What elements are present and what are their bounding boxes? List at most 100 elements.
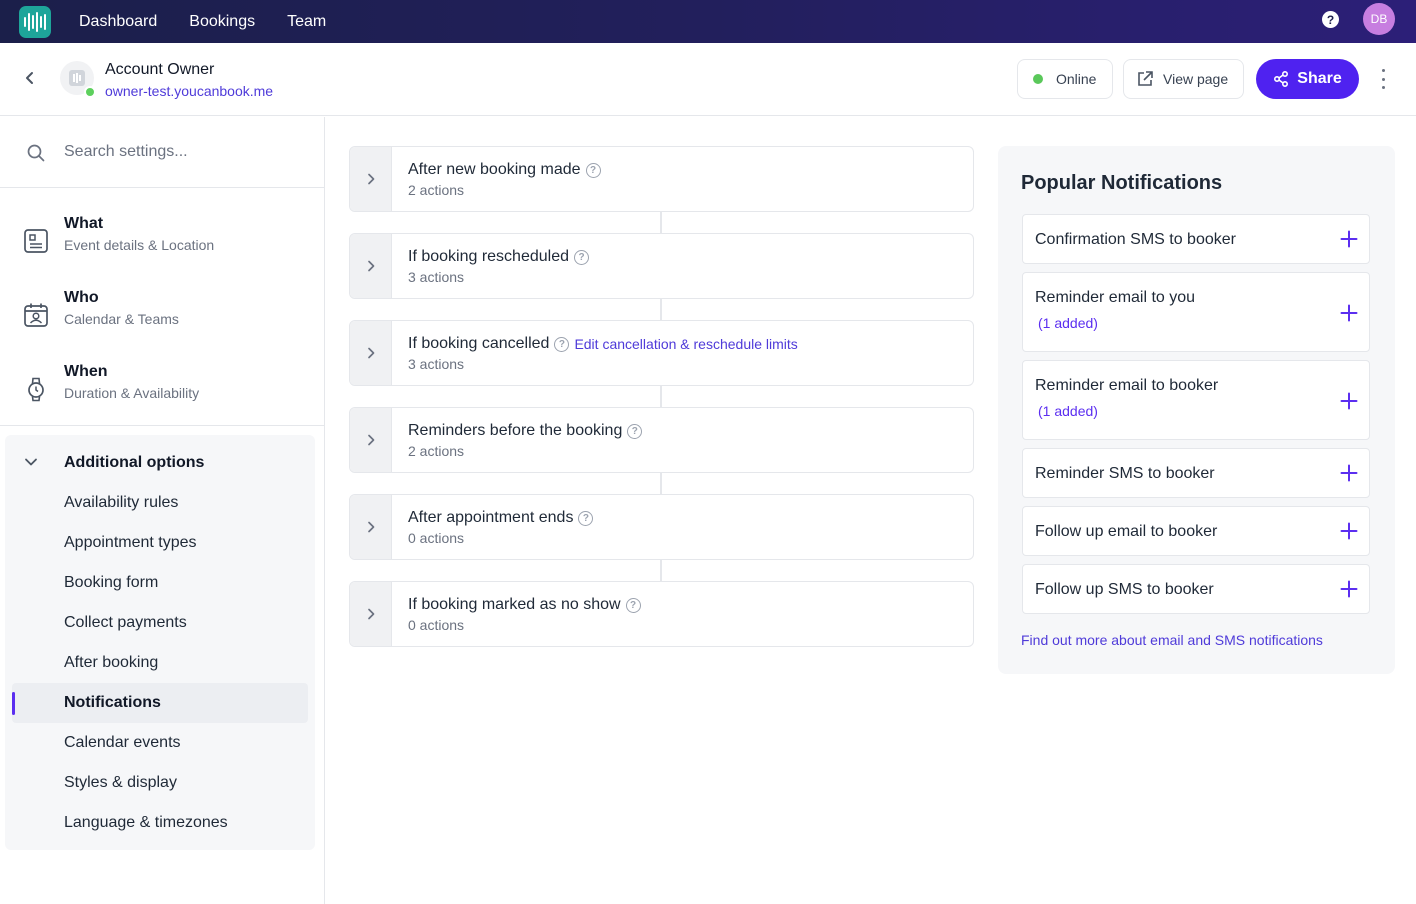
trigger-actions-count: 2 actions xyxy=(408,182,465,198)
sidebar-section-who[interactable]: Who Calendar & Teams xyxy=(0,289,324,363)
account-logo-icon xyxy=(69,70,85,86)
nav-bookings[interactable]: Bookings xyxy=(189,13,255,31)
notification-trigger-card[interactable]: After appointment ends? 0 actions xyxy=(349,494,974,560)
trigger-actions-count: 0 actions xyxy=(408,530,465,546)
plus-icon[interactable] xyxy=(1340,522,1358,540)
share-label: Share xyxy=(1297,70,1342,87)
trigger-title: If booking cancelled xyxy=(408,335,550,352)
chevron-right-icon xyxy=(367,434,374,446)
sidebar-section-what[interactable]: What Event details & Location xyxy=(0,215,324,289)
popular-notification-item[interactable]: Follow up SMS to booker xyxy=(1022,564,1370,614)
user-calendar-icon xyxy=(24,303,48,327)
share-icon xyxy=(1274,71,1289,87)
app-logo-icon[interactable] xyxy=(19,5,51,38)
flow-connector xyxy=(660,298,662,321)
expand-button[interactable] xyxy=(350,321,392,385)
section-subtitle: Calendar & Teams xyxy=(64,311,179,327)
flow-connector xyxy=(660,211,662,234)
panel-title: Popular Notifications xyxy=(1021,172,1223,194)
nav-team[interactable]: Team xyxy=(287,13,326,31)
expand-button[interactable] xyxy=(350,408,392,472)
chevron-right-icon xyxy=(367,260,374,272)
plus-icon[interactable] xyxy=(1340,392,1358,410)
online-dot-icon xyxy=(1033,74,1043,84)
sidebar-item-after-booking[interactable]: After booking xyxy=(64,654,158,672)
nav-dashboard[interactable]: Dashboard xyxy=(79,13,157,31)
sidebar-item-appointment-types[interactable]: Appointment types xyxy=(64,534,197,552)
back-arrow-icon[interactable] xyxy=(22,70,38,86)
more-options-icon[interactable] xyxy=(1374,69,1392,89)
expand-button[interactable] xyxy=(350,582,392,646)
expand-button[interactable] xyxy=(350,147,392,211)
chevron-right-icon xyxy=(367,347,374,359)
sidebar-item-collect-payments[interactable]: Collect payments xyxy=(64,614,187,632)
popular-notification-item[interactable]: Reminder email to booker (1 added) xyxy=(1022,360,1370,440)
account-name: Account Owner xyxy=(105,61,215,78)
help-circle-icon[interactable]: ? xyxy=(554,336,570,352)
sidebar-divider xyxy=(0,425,324,426)
popular-notification-item[interactable]: Follow up email to booker xyxy=(1022,506,1370,556)
added-count: (1 added) xyxy=(1038,315,1098,331)
flow-connector xyxy=(660,385,662,408)
trigger-actions-count: 3 actions xyxy=(408,269,465,285)
popular-notification-item[interactable]: Confirmation SMS to booker xyxy=(1022,214,1370,264)
expand-button[interactable] xyxy=(350,234,392,298)
popular-item-label: Follow up SMS to booker xyxy=(1035,581,1214,598)
plus-icon[interactable] xyxy=(1340,464,1358,482)
sidebar-item-styles-display[interactable]: Styles & display xyxy=(64,774,177,792)
active-item-indicator xyxy=(12,692,15,715)
account-url-link[interactable]: owner-test.youcanbook.me xyxy=(105,83,273,99)
popular-item-label: Reminder SMS to booker xyxy=(1035,465,1215,482)
online-status-dot xyxy=(84,86,96,98)
help-icon[interactable]: ? xyxy=(1322,11,1339,28)
plus-icon[interactable] xyxy=(1340,230,1358,248)
help-circle-icon[interactable]: ? xyxy=(627,423,643,439)
help-circle-icon[interactable]: ? xyxy=(625,597,641,613)
online-label: Online xyxy=(1056,71,1097,87)
user-avatar[interactable]: DB xyxy=(1363,3,1395,35)
popular-notification-item[interactable]: Reminder SMS to booker xyxy=(1022,448,1370,498)
chevron-right-icon xyxy=(367,521,374,533)
trigger-actions-count: 2 actions xyxy=(408,443,465,459)
sidebar-item-language-timezones[interactable]: Language & timezones xyxy=(64,814,228,832)
sidebar-item-notifications[interactable]: Notifications xyxy=(64,694,161,712)
learn-more-link[interactable]: Find out more about email and SMS notifi… xyxy=(1021,632,1323,648)
search-icon xyxy=(27,144,45,162)
view-page-button[interactable]: View page xyxy=(1123,59,1244,99)
help-circle-icon[interactable]: ? xyxy=(578,510,594,526)
notification-trigger-card[interactable]: Reminders before the booking? 2 actions xyxy=(349,407,974,473)
section-title: When xyxy=(64,363,108,380)
plus-icon[interactable] xyxy=(1340,580,1358,598)
additional-options-toggle[interactable]: Additional options xyxy=(23,454,204,471)
section-subtitle: Duration & Availability xyxy=(64,385,200,401)
page-header: Account Owner owner-test.youcanbook.me O… xyxy=(0,43,1416,116)
chevron-right-icon xyxy=(367,173,374,185)
help-circle-icon[interactable]: ? xyxy=(574,249,589,265)
sidebar-item-availability-rules[interactable]: Availability rules xyxy=(64,494,178,512)
sidebar-item-booking-form[interactable]: Booking form xyxy=(64,574,158,592)
added-count: (1 added) xyxy=(1038,403,1098,419)
help-circle-icon[interactable]: ? xyxy=(585,162,601,178)
popular-item-label: Reminder email to you xyxy=(1035,289,1196,306)
trigger-title: After appointment ends xyxy=(408,509,574,526)
notification-trigger-card[interactable]: If booking rescheduled? 3 actions xyxy=(349,233,974,299)
settings-sidebar: What Event details & Location Who Calend… xyxy=(0,117,325,904)
popular-notification-item[interactable]: Reminder email to you (1 added) xyxy=(1022,272,1370,352)
view-page-label: View page xyxy=(1163,71,1229,87)
top-navigation: Dashboard Bookings Team ? DB xyxy=(0,0,1416,43)
plus-icon[interactable] xyxy=(1340,304,1358,322)
chevron-down-icon xyxy=(25,458,37,466)
expand-button[interactable] xyxy=(350,495,392,559)
notification-trigger-card[interactable]: If booking cancelled? Edit cancellation &… xyxy=(349,320,974,386)
share-button[interactable]: Share xyxy=(1256,59,1359,99)
edit-cancellation-limits-link[interactable]: Edit cancellation & reschedule limits xyxy=(574,336,797,352)
chevron-right-icon xyxy=(367,608,374,620)
section-title: Who xyxy=(64,289,99,306)
trigger-title: After new booking made xyxy=(408,161,581,178)
search-input[interactable] xyxy=(64,139,304,165)
online-status-button[interactable]: Online xyxy=(1017,59,1113,99)
popular-item-label: Follow up email to booker xyxy=(1035,523,1218,540)
notification-trigger-card[interactable]: After new booking made? 2 actions xyxy=(349,146,974,212)
sidebar-item-calendar-events[interactable]: Calendar events xyxy=(64,734,181,752)
notification-trigger-card[interactable]: If booking marked as no show? 0 actions xyxy=(349,581,974,647)
